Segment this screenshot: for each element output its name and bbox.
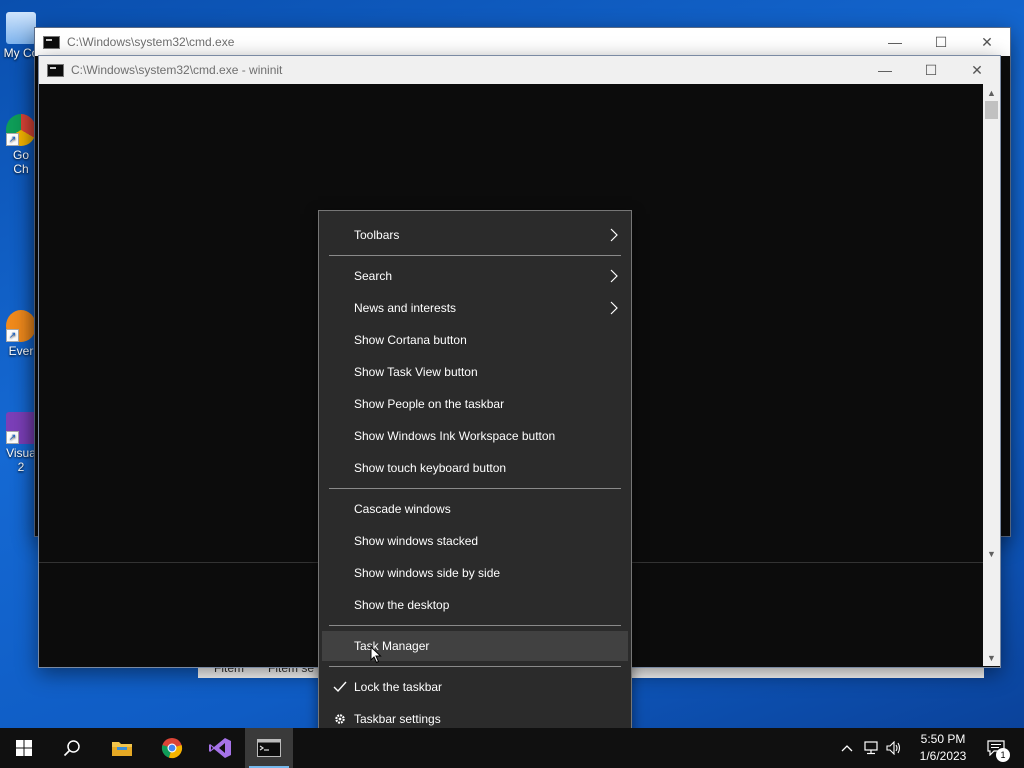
window-title: C:\Windows\system32\cmd.exe — [67, 35, 235, 49]
menu-item-show-people[interactable]: Show People on the taskbar — [322, 389, 628, 419]
menu-separator — [329, 488, 621, 489]
file-explorer-button[interactable] — [98, 728, 146, 768]
menu-item-label: Show windows side by side — [354, 566, 501, 580]
everything-icon: ↗ — [6, 310, 36, 342]
menu-item-lock-the-taskbar[interactable]: Lock the taskbar — [322, 672, 628, 702]
search-button[interactable] — [48, 728, 96, 768]
scroll-down-button[interactable]: ▼ — [983, 649, 1000, 666]
chrome-button[interactable] — [148, 728, 196, 768]
close-button[interactable]: ✕ — [954, 56, 1000, 84]
menu-item-label: Show People on the taskbar — [354, 397, 505, 411]
window-title: C:\Windows\system32\cmd.exe - wininit — [71, 63, 283, 77]
menu-item-show-task-view-button[interactable]: Show Task View button — [322, 357, 628, 387]
vertical-scrollbar-lower[interactable]: ▼ — [983, 562, 1000, 666]
start-button[interactable] — [0, 728, 48, 768]
windows-logo-icon — [16, 740, 32, 756]
menu-separator — [329, 666, 621, 667]
visual-studio-button[interactable] — [196, 728, 244, 768]
menu-item-label: Cascade windows — [354, 502, 451, 516]
maximize-button[interactable]: ☐ — [908, 56, 954, 84]
computer-icon — [6, 12, 36, 44]
clock-date: 1/6/2023 — [919, 749, 967, 763]
chevron-right-icon — [610, 269, 618, 283]
menu-item-label: Show touch keyboard button — [354, 461, 507, 475]
menu-item-news-and-interests[interactable]: News and interests — [322, 293, 628, 323]
cmd-icon — [257, 739, 281, 757]
menu-separator — [329, 625, 621, 626]
title-bar[interactable]: C:\Windows\system32\cmd.exe - wininit — … — [39, 56, 1000, 84]
menu-item-show-the-desktop[interactable]: Show the desktop — [322, 590, 628, 620]
scroll-up-button[interactable]: ▲ — [983, 84, 1000, 101]
chevron-right-icon — [610, 301, 618, 315]
chrome-icon: ↗ — [6, 114, 36, 146]
network-icon — [864, 741, 878, 755]
scroll-down-button[interactable]: ▼ — [983, 545, 1000, 562]
minimize-button[interactable]: — — [862, 56, 908, 84]
menu-item-label: Taskbar settings — [354, 712, 441, 726]
search-icon — [63, 740, 80, 757]
menu-item-label: Show Cortana button — [354, 333, 467, 347]
vertical-scrollbar[interactable]: ▲ ▼ — [983, 84, 1000, 562]
menu-item-show-windows-stacked[interactable]: Show windows stacked — [322, 526, 628, 556]
notification-count-badge: 1 — [996, 748, 1010, 762]
gear-icon — [335, 714, 345, 724]
close-button[interactable]: ✕ — [964, 28, 1010, 56]
visual-studio-icon — [209, 738, 231, 758]
desktop-icon-label: Go Ch — [12, 148, 29, 176]
menu-separator — [329, 255, 621, 256]
folder-icon — [112, 742, 132, 756]
menu-item-label: Show windows stacked — [354, 534, 479, 548]
menu-item-label: Task Manager — [354, 639, 430, 653]
cmd-icon — [43, 35, 60, 49]
menu-item-show-cortana-button[interactable]: Show Cortana button — [322, 325, 628, 355]
menu-item-label: News and interests — [354, 301, 457, 315]
chevron-right-icon — [610, 228, 618, 242]
menu-item-show-windows-ink[interactable]: Show Windows Ink Workspace button — [322, 421, 628, 451]
shortcut-arrow-icon: ↗ — [6, 133, 19, 146]
menu-item-label: Toolbars — [354, 228, 400, 242]
title-bar[interactable]: C:\Windows\system32\cmd.exe — ☐ ✕ — [35, 28, 1010, 56]
speaker-icon — [886, 741, 901, 755]
taskbar-context-menu: Toolbars Search News and interests Show … — [318, 210, 632, 745]
volume-icon-button[interactable] — [884, 728, 904, 768]
show-hidden-icons-button[interactable] — [838, 728, 856, 768]
cmd-button[interactable] — [245, 728, 293, 768]
minimize-button[interactable]: — — [872, 28, 918, 56]
menu-item-cascade-windows[interactable]: Cascade windows — [322, 494, 628, 524]
menu-item-label: Show the desktop — [354, 598, 450, 612]
chevron-up-icon — [841, 745, 853, 752]
action-center-button[interactable]: 1 — [978, 728, 1014, 768]
visual-studio-icon: ↗ — [6, 412, 36, 444]
mouse-pointer-icon — [370, 646, 382, 664]
menu-item-label: Search — [354, 269, 393, 283]
clock-time: 5:50 PM — [920, 732, 966, 746]
maximize-button[interactable]: ☐ — [918, 28, 964, 56]
menu-item-task-manager[interactable]: Task Manager — [322, 631, 628, 661]
shortcut-arrow-icon: ↗ — [6, 329, 19, 342]
menu-item-label: Show Task View button — [354, 365, 478, 379]
scroll-thumb[interactable] — [985, 101, 998, 119]
menu-item-label: Lock the taskbar — [354, 680, 443, 694]
menu-item-toolbars[interactable]: Toolbars — [322, 220, 628, 250]
menu-item-search[interactable]: Search — [322, 261, 628, 291]
menu-item-show-touch-keyboard[interactable]: Show touch keyboard button — [322, 453, 628, 483]
cmd-icon — [47, 63, 64, 77]
system-clock[interactable]: 5:50 PM 1/6/2023 — [908, 731, 978, 765]
shortcut-arrow-icon: ↗ — [6, 431, 19, 444]
chrome-icon — [161, 738, 183, 759]
network-icon-button[interactable] — [860, 728, 882, 768]
checkmark-icon — [333, 681, 347, 693]
taskbar: 5:50 PM 1/6/2023 1 — [0, 728, 1024, 768]
menu-item-label: Show Windows Ink Workspace button — [354, 429, 556, 443]
menu-item-show-windows-side-by-side[interactable]: Show windows side by side — [322, 558, 628, 588]
